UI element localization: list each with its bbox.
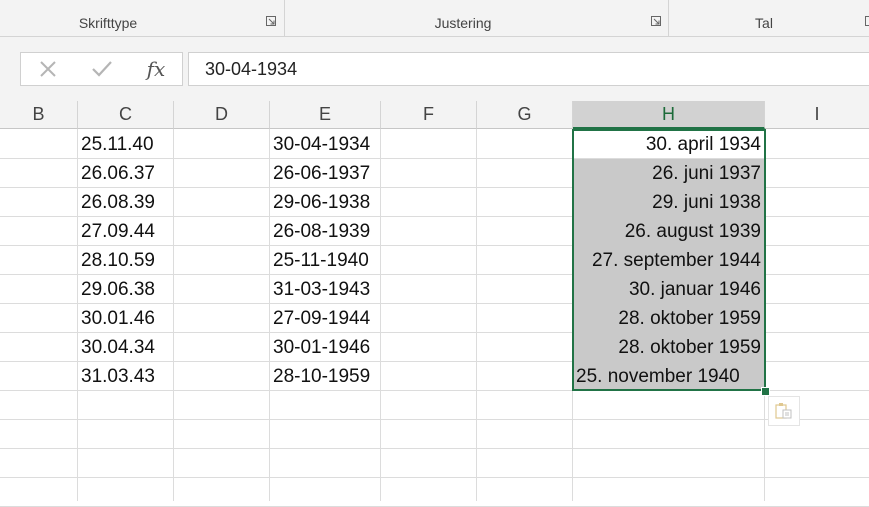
ribbon-group-alignment: Justering xyxy=(285,0,669,36)
cell-c-1[interactable]: 25.11.40 xyxy=(78,130,173,159)
cell-h-4[interactable]: 26. august 1939 xyxy=(573,217,764,246)
check-icon xyxy=(92,61,112,77)
gridline-horizontal xyxy=(0,419,869,420)
cell-h-1[interactable]: 30. april 1934 xyxy=(573,130,764,159)
ribbon-group-label-number: Tal xyxy=(755,15,773,31)
cell-c-3[interactable]: 26.08.39 xyxy=(78,188,173,217)
spreadsheet-grid: B C D E F G H I 25.11.40 26.06.37 26.08.39… xyxy=(0,101,869,507)
gridline-vertical xyxy=(764,129,765,501)
formula-bar-buttons: fx xyxy=(20,52,183,86)
column-header-f[interactable]: F xyxy=(381,101,477,129)
cancel-button[interactable] xyxy=(21,53,75,85)
formula-input[interactable]: 30-04-1934 xyxy=(188,52,869,86)
ribbon-group-font: Skrifttype xyxy=(0,0,285,36)
cell-c-9[interactable]: 31.03.43 xyxy=(78,362,173,391)
formula-bar-area: fx 30-04-1934 xyxy=(0,37,869,101)
cell-c-5[interactable]: 28.10.59 xyxy=(78,246,173,275)
gridline-horizontal xyxy=(0,448,869,449)
gridline-horizontal xyxy=(0,477,869,478)
column-header-c[interactable]: C xyxy=(78,101,174,129)
column-header-d[interactable]: D xyxy=(174,101,270,129)
gridline-vertical xyxy=(380,129,381,501)
cell-e-4[interactable]: 26-08-1939 xyxy=(270,217,380,246)
paste-options-icon xyxy=(775,403,792,419)
cell-e-1[interactable]: 30-04-1934 xyxy=(270,130,380,159)
cell-h-7[interactable]: 28. oktober 1959 xyxy=(573,304,764,333)
dialog-launcher-icon[interactable] xyxy=(651,16,661,26)
dialog-launcher-icon[interactable] xyxy=(865,16,869,26)
fill-handle[interactable] xyxy=(761,387,770,396)
cell-e-8[interactable]: 30-01-1946 xyxy=(270,333,380,362)
cell-h-5[interactable]: 27. september 1944 xyxy=(573,246,764,275)
cell-c-4[interactable]: 27.09.44 xyxy=(78,217,173,246)
enter-button[interactable] xyxy=(75,53,129,85)
cell-h-6[interactable]: 30. januar 1946 xyxy=(573,275,764,304)
cell-e-7[interactable]: 27-09-1944 xyxy=(270,304,380,333)
ribbon-group-bar: Skrifttype Justering Tal xyxy=(0,0,869,37)
column-header-e[interactable]: E xyxy=(270,101,381,129)
close-icon xyxy=(40,61,56,77)
ribbon-group-label-alignment: Justering xyxy=(434,15,492,31)
cell-e-5[interactable]: 25-11-1940 xyxy=(270,246,380,275)
gridline-vertical xyxy=(173,129,174,501)
cell-e-2[interactable]: 26-06-1937 xyxy=(270,159,380,188)
cell-c-7[interactable]: 30.01.46 xyxy=(78,304,173,333)
cell-e-3[interactable]: 29-06-1938 xyxy=(270,188,380,217)
cell-h-9[interactable]: 25. november 1940 xyxy=(573,362,764,391)
dialog-launcher-icon[interactable] xyxy=(266,16,276,26)
gridline-vertical xyxy=(476,129,477,501)
cell-h-2[interactable]: 26. juni 1937 xyxy=(573,159,764,188)
cell-h-3[interactable]: 29. juni 1938 xyxy=(573,188,764,217)
paste-options-button[interactable] xyxy=(768,396,800,426)
column-header-b[interactable]: B xyxy=(0,101,78,129)
cell-c-2[interactable]: 26.06.37 xyxy=(78,159,173,188)
ribbon-group-number: Tal xyxy=(669,0,869,36)
ribbon-group-label-font: Skrifttype xyxy=(78,15,138,31)
column-header-i[interactable]: I xyxy=(765,101,869,129)
column-header-g[interactable]: G xyxy=(477,101,573,129)
column-header-h[interactable]: H xyxy=(573,101,765,129)
cell-e-6[interactable]: 31-03-1943 xyxy=(270,275,380,304)
cell-c-6[interactable]: 29.06.38 xyxy=(78,275,173,304)
cell-h-8[interactable]: 28. oktober 1959 xyxy=(573,333,764,362)
cell-e-9[interactable]: 28-10-1959 xyxy=(270,362,380,391)
cell-c-8[interactable]: 30.04.34 xyxy=(78,333,173,362)
insert-function-button[interactable]: fx xyxy=(129,53,183,85)
